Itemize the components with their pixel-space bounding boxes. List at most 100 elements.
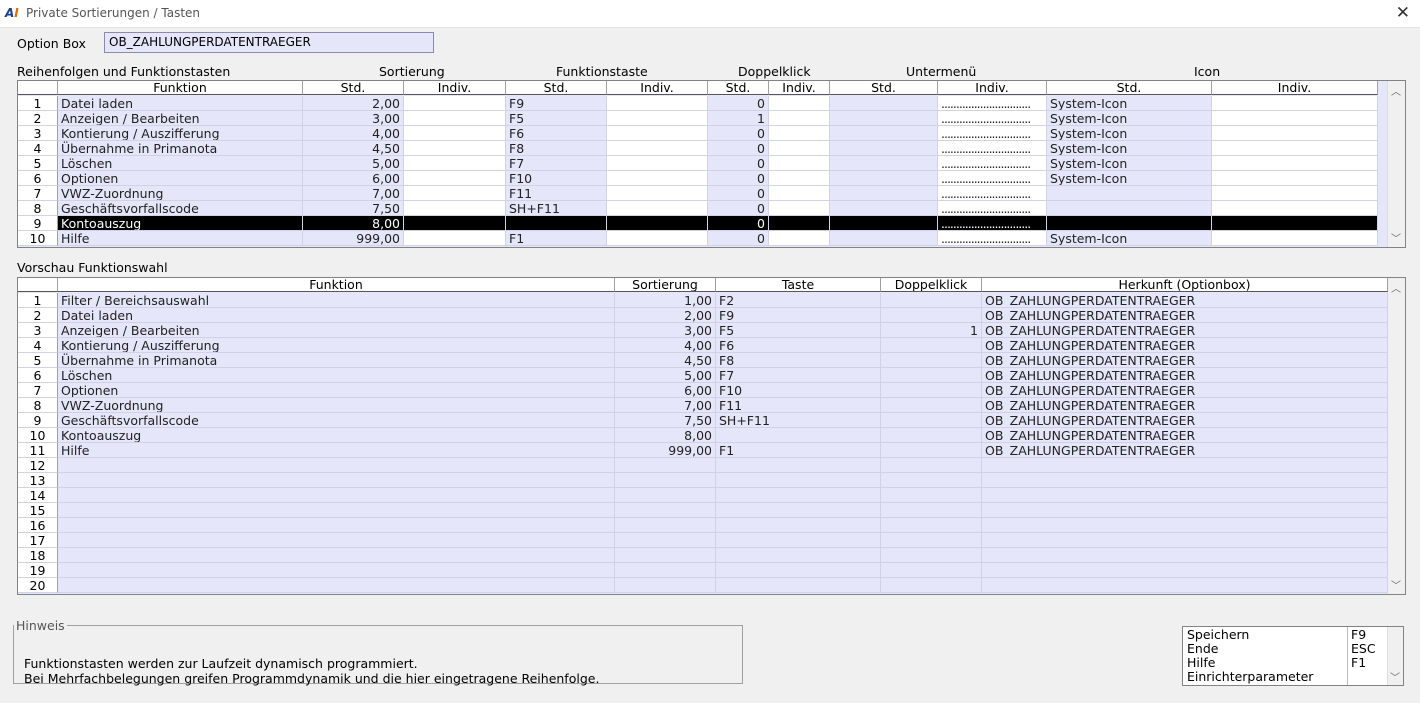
grid2-cell[interactable] — [881, 473, 982, 488]
table-row[interactable]: 20 — [18, 578, 1388, 593]
grid2-cell[interactable]: OB_ZAHLUNGPERDATENTRAEGER — [982, 353, 1388, 368]
table-row[interactable]: 6 Optionen 6,00 F10 0.......................… — [18, 171, 1388, 186]
grid2-cell[interactable] — [716, 548, 881, 563]
grid1-scrollbar[interactable]: ︿ ﹀ — [1387, 81, 1405, 247]
grid2-cell[interactable] — [58, 578, 615, 593]
grid1-cell[interactable] — [769, 96, 830, 111]
grid1-cell[interactable] — [1212, 171, 1378, 186]
grid2-cell[interactable]: Kontoauszug — [58, 428, 615, 443]
table-row[interactable]: 18 — [18, 548, 1388, 563]
grid2-cell[interactable] — [881, 533, 982, 548]
grid2-cell[interactable]: OB_ZAHLUNGPERDATENTRAEGER — [982, 428, 1388, 443]
grid1-cell[interactable]: 6,00 — [303, 171, 404, 186]
grid1-cell[interactable] — [769, 126, 830, 141]
grid2-cell[interactable]: OB_ZAHLUNGPERDATENTRAEGER — [982, 293, 1388, 308]
grid2-cell[interactable] — [58, 458, 615, 473]
grid1-header-3[interactable]: Indiv. — [404, 81, 506, 95]
grid2-cell[interactable]: Optionen — [58, 383, 615, 398]
grid1-cell[interactable] — [404, 216, 506, 231]
grid2-cell[interactable] — [615, 473, 716, 488]
table-row[interactable]: 2 Datei laden 2,00 F9 OB_ZAHLUNGPERDATENTRAE… — [18, 308, 1388, 323]
grid1-cell[interactable] — [607, 96, 708, 111]
grid2-header-4[interactable]: Doppelklick — [881, 278, 982, 292]
grid1-cell[interactable]: Anzeigen / Bearbeiten — [58, 111, 303, 126]
grid1-cell[interactable]: 0 — [708, 216, 769, 231]
grid2-cell[interactable]: Hilfe — [58, 443, 615, 458]
grid1-cell[interactable] — [607, 186, 708, 201]
grid2-cell[interactable] — [982, 473, 1388, 488]
table-row[interactable]: 2 Anzeigen / Bearbeiten 3,00 F5 1...........… — [18, 111, 1388, 126]
grid1-cell[interactable]: .............................. — [938, 216, 1047, 231]
grid2-cell[interactable] — [716, 488, 881, 503]
grid1-cell[interactable] — [769, 156, 830, 171]
table-row[interactable]: 16 — [18, 518, 1388, 533]
grid1-cell[interactable] — [607, 141, 708, 156]
grid1-cell[interactable] — [404, 201, 506, 216]
grid2-cell[interactable]: F5 — [716, 323, 881, 338]
grid2-cell[interactable] — [881, 338, 982, 353]
grid1-cell[interactable] — [769, 186, 830, 201]
table-row[interactable]: 4 Kontierung / Auszifferung 4,00 F6 OB_ZAHLU… — [18, 338, 1388, 353]
grid1-cell[interactable] — [830, 141, 938, 156]
grid1-cell[interactable] — [1212, 186, 1378, 201]
grid1-cell[interactable]: 0 — [708, 141, 769, 156]
grid2-cell[interactable]: F9 — [716, 308, 881, 323]
grid1-cell[interactable]: F5 — [506, 111, 607, 126]
grid2-cell[interactable] — [58, 548, 615, 563]
grid1-cell[interactable]: 5,00 — [303, 156, 404, 171]
table-row[interactable]: 15 — [18, 503, 1388, 518]
table-row[interactable]: 10 Hilfe 999,00 F1 0........................… — [18, 231, 1388, 246]
grid2-cell[interactable]: F8 — [716, 353, 881, 368]
grid2-cell[interactable] — [982, 548, 1388, 563]
table-row[interactable]: 7 Optionen 6,00 F10 OB_ZAHLUNGPERDATENTRAEGE… — [18, 383, 1388, 398]
grid1-cell[interactable] — [830, 171, 938, 186]
grid2-cell[interactable] — [615, 458, 716, 473]
grid2-cell[interactable] — [58, 488, 615, 503]
table-row[interactable]: 5 Übernahme in Primanota 4,50 F8 OB_ZAHLUNGP… — [18, 353, 1388, 368]
grid2-cell[interactable]: OB_ZAHLUNGPERDATENTRAEGER — [982, 383, 1388, 398]
grid2-cell[interactable] — [881, 563, 982, 578]
grid1-cell[interactable]: 2,00 — [303, 96, 404, 111]
table-row[interactable]: 11 Hilfe 999,00 F1 OB_ZAHLUNGPERDATENTRAEGER — [18, 443, 1388, 458]
grid2-cell[interactable]: Geschäftsvorfallscode — [58, 413, 615, 428]
grid2-cell[interactable]: 3,00 — [615, 323, 716, 338]
grid2-cell[interactable] — [881, 443, 982, 458]
grid1-cell[interactable]: Löschen — [58, 156, 303, 171]
shortcut-item[interactable]: Hilfe F1 — [1183, 656, 1386, 670]
grid2-cell[interactable] — [716, 563, 881, 578]
grid1-cell[interactable]: .............................. — [938, 141, 1047, 156]
grid1-cell[interactable] — [1212, 216, 1378, 231]
table-row[interactable]: 3 Kontierung / Auszifferung 4,00 F6 0.......… — [18, 126, 1388, 141]
table-row[interactable]: 8 VWZ-Zuordnung 7,00 F11 OB_ZAHLUNGPERDATENT… — [18, 398, 1388, 413]
grid2-cell[interactable]: OB_ZAHLUNGPERDATENTRAEGER — [982, 323, 1388, 338]
grid1-cell[interactable]: F6 — [506, 126, 607, 141]
grid1-cell[interactable]: Übernahme in Primanota — [58, 141, 303, 156]
grid2-cell[interactable] — [58, 473, 615, 488]
grid2-cell[interactable]: F10 — [716, 383, 881, 398]
grid1-cell[interactable]: .............................. — [938, 186, 1047, 201]
grid2-cell[interactable]: 7,50 — [615, 413, 716, 428]
grid1-cell[interactable]: Kontierung / Auszifferung — [58, 126, 303, 141]
grid2-cell[interactable] — [881, 428, 982, 443]
scroll-up-icon[interactable]: ︿ — [1391, 83, 1401, 98]
grid2-cell[interactable] — [615, 503, 716, 518]
close-icon[interactable]: ✕ — [1396, 3, 1410, 23]
grid1-cell[interactable]: 0 — [708, 186, 769, 201]
table-row[interactable]: 13 — [18, 473, 1388, 488]
grid2-cell[interactable] — [615, 548, 716, 563]
grid1-cell[interactable] — [830, 216, 938, 231]
grid2-cell[interactable]: Datei laden — [58, 308, 615, 323]
grid2-cell[interactable] — [982, 518, 1388, 533]
grid1-cell[interactable] — [769, 171, 830, 186]
grid1-cell[interactable]: System-Icon — [1047, 126, 1212, 141]
grid2-cell[interactable] — [716, 533, 881, 548]
grid1-cell[interactable] — [1212, 201, 1378, 216]
grid1-header-5[interactable]: Indiv. — [607, 81, 708, 95]
grid2-cell[interactable] — [982, 578, 1388, 593]
grid2-cell[interactable]: Löschen — [58, 368, 615, 383]
grid1-cell[interactable] — [830, 156, 938, 171]
grid1-cell[interactable]: 7,50 — [303, 201, 404, 216]
grid1-cell[interactable]: .............................. — [938, 96, 1047, 111]
grid1-cell[interactable]: Hilfe — [58, 231, 303, 246]
grid1-cell[interactable]: 999,00 — [303, 231, 404, 246]
